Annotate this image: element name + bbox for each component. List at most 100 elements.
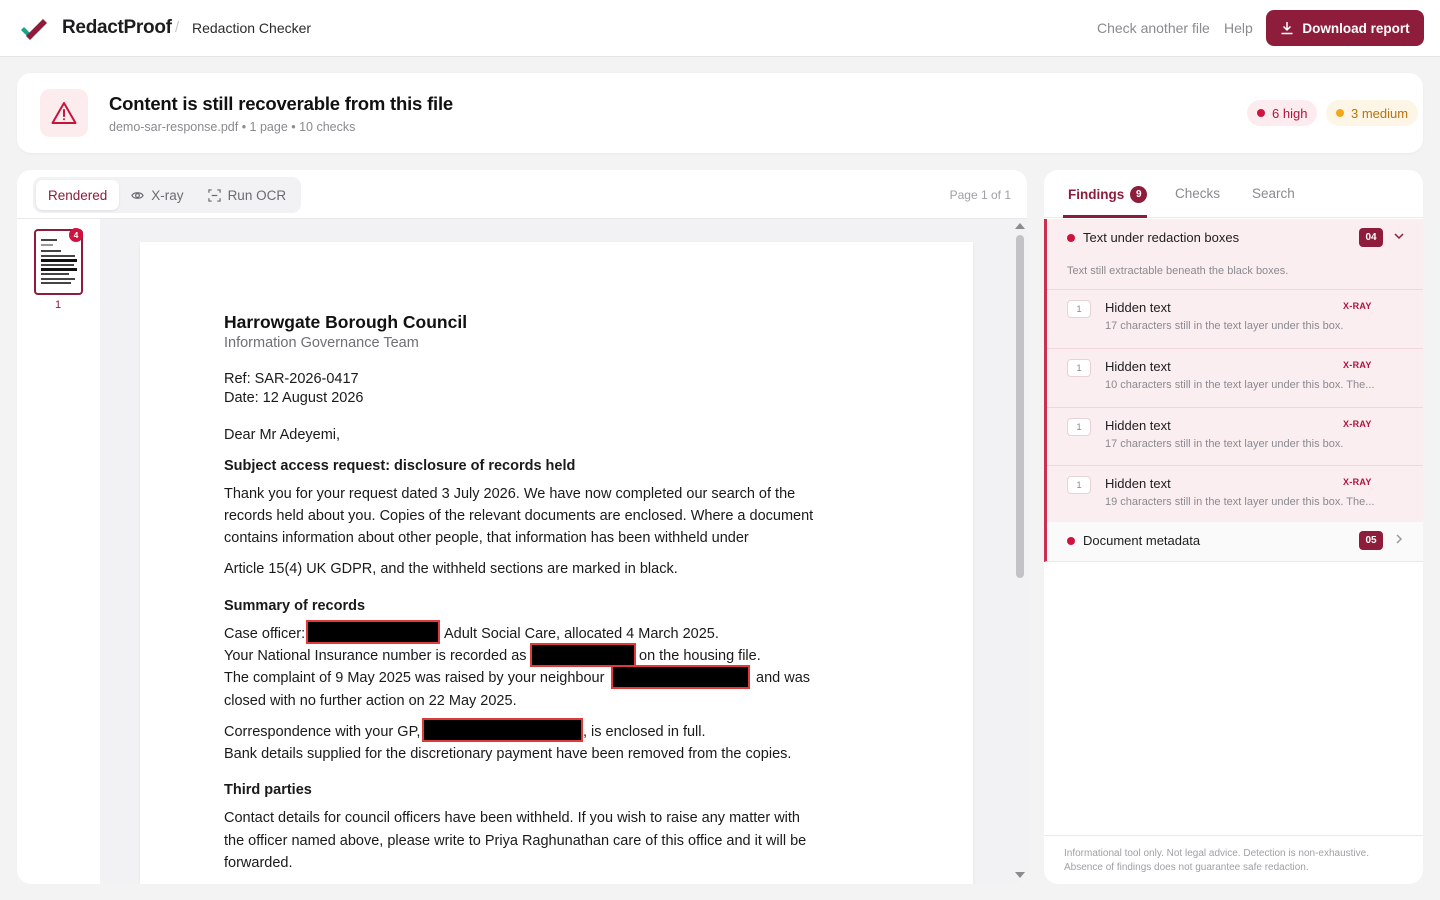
redaction-box[interactable] bbox=[611, 665, 750, 689]
breadcrumb-separator: / bbox=[175, 19, 180, 36]
finding-group-redaction: Text under redaction boxes 04 Text still… bbox=[1044, 219, 1423, 522]
findings-tabs: Findings 9 Checks Search bbox=[1044, 170, 1423, 218]
high-dot-icon bbox=[1257, 109, 1265, 117]
high-count-label: 6 high bbox=[1272, 105, 1308, 121]
finding-group-count: 04 bbox=[1359, 228, 1383, 247]
download-report-button[interactable]: Download report bbox=[1266, 10, 1424, 46]
finding-description: 17 characters still in the text layer un… bbox=[1105, 320, 1344, 332]
doc-greeting: Dear Mr Adeyemi, bbox=[224, 427, 341, 443]
tab-checks[interactable]: Checks bbox=[1175, 186, 1220, 201]
logo-icon bbox=[21, 19, 47, 40]
chevron-down-icon[interactable] bbox=[1392, 229, 1406, 243]
doc-subject: Subject access request: disclosure of re… bbox=[224, 458, 576, 474]
medium-severity-badge: 3 medium bbox=[1326, 100, 1419, 126]
doc-summary-line: Case officer: bbox=[224, 626, 306, 642]
severity-dot-icon bbox=[1067, 537, 1075, 545]
finding-group-header[interactable]: Text under redaction boxes 04 bbox=[1047, 219, 1423, 257]
download-icon bbox=[1281, 22, 1293, 35]
finding-page-number: 1 bbox=[1067, 359, 1091, 377]
run-ocr-label: Run OCR bbox=[227, 187, 287, 203]
help-link[interactable]: Help bbox=[1224, 20, 1253, 36]
tab-findings-label: Findings bbox=[1068, 187, 1125, 202]
finding-description: 10 characters still in the text layer un… bbox=[1105, 379, 1375, 391]
redaction-box[interactable] bbox=[306, 620, 440, 644]
finding-item[interactable]: 1 Hidden text X-RAY 17 characters still … bbox=[1047, 407, 1423, 465]
top-bar: RedactProof / Redaction Checker Check an… bbox=[0, 0, 1440, 57]
doc-summary-heading: Summary of records bbox=[224, 598, 366, 614]
finding-title: Hidden text bbox=[1105, 418, 1171, 433]
disclaimer: Informational tool only. Not legal advic… bbox=[1044, 835, 1423, 884]
high-severity-badge: 6 high bbox=[1247, 100, 1318, 126]
file-info: demo-sar-response.pdf • 1 page • 10 chec… bbox=[109, 120, 356, 134]
finding-item[interactable]: 1 Hidden text X-RAY 17 characters still … bbox=[1047, 289, 1423, 347]
breadcrumb-current: Redaction Checker bbox=[192, 20, 312, 36]
findings-count-badge: 9 bbox=[1130, 186, 1148, 203]
result-title: Content is still recoverable from this f… bbox=[109, 93, 454, 114]
doc-third-line: Contact details for council officers hav… bbox=[224, 810, 800, 826]
redaction-box[interactable] bbox=[422, 718, 583, 742]
viewer-canvas: 4 1 Harrowgate Borough Council Informati… bbox=[17, 218, 1027, 884]
finding-title: Hidden text bbox=[1105, 359, 1171, 374]
brand-name[interactable]: RedactProof bbox=[62, 17, 172, 39]
medium-dot-icon bbox=[1336, 109, 1344, 117]
finding-tag: X-RAY bbox=[1343, 419, 1372, 429]
finding-tag: X-RAY bbox=[1343, 301, 1372, 311]
tab-x-ray[interactable]: X-ray bbox=[119, 180, 195, 210]
doc-third-heading: Third parties bbox=[224, 782, 312, 798]
finding-item[interactable]: 1 Hidden text X-RAY 19 characters still … bbox=[1047, 465, 1423, 523]
check-another-file-link[interactable]: Check another file bbox=[1097, 20, 1210, 36]
page-indicator: Page 1 of 1 bbox=[949, 188, 1011, 202]
finding-group-description: Text still extractable beneath the black… bbox=[1067, 265, 1289, 277]
result-summary-card: Content is still recoverable from this f… bbox=[17, 73, 1423, 153]
doc-date: Date: 12 August 2026 bbox=[224, 390, 364, 406]
doc-summary-line: Bank details supplied for the discretion… bbox=[224, 746, 792, 762]
finding-tag: X-RAY bbox=[1343, 477, 1372, 487]
doc-summary-line: Correspondence with your GP, bbox=[224, 724, 421, 740]
finding-page-number: 1 bbox=[1067, 300, 1091, 318]
doc-summary-line: and was bbox=[756, 670, 811, 686]
doc-paragraph-line: contains information about other people,… bbox=[224, 530, 749, 546]
doc-summary-line: on the housing file. bbox=[639, 648, 761, 664]
finding-group-title: Text under redaction boxes bbox=[1083, 230, 1240, 245]
scroll-down-icon[interactable] bbox=[1015, 872, 1025, 878]
thumbnail-page-number: 1 bbox=[55, 299, 62, 311]
warning-triangle-icon bbox=[51, 102, 77, 124]
doc-third-line: the officer named above, please write to… bbox=[224, 833, 807, 849]
doc-organisation: Harrowgate Borough Council bbox=[224, 312, 468, 332]
redaction-box[interactable] bbox=[530, 643, 636, 667]
tab-search[interactable]: Search bbox=[1252, 186, 1295, 201]
tab-rendered-label: Rendered bbox=[48, 187, 108, 203]
document-viewer: Rendered X-ray Run OCR Page 1 of 1 4 1 H… bbox=[17, 170, 1027, 884]
finding-title: Hidden text bbox=[1105, 300, 1171, 315]
finding-group-metadata[interactable]: Document metadata 05 bbox=[1044, 522, 1423, 562]
tab-rendered[interactable]: Rendered bbox=[36, 180, 120, 210]
doc-paragraph-line: Article 15(4) UK GDPR, and the withheld … bbox=[224, 561, 678, 577]
finding-title: Hidden text bbox=[1105, 476, 1171, 491]
scan-icon bbox=[207, 188, 221, 202]
scroll-up-icon[interactable] bbox=[1015, 223, 1025, 229]
finding-page-number: 1 bbox=[1067, 418, 1091, 436]
tab-findings[interactable]: Findings 9 bbox=[1068, 186, 1148, 203]
viewer-scrollbar[interactable] bbox=[1014, 222, 1026, 884]
doc-third-line: forwarded. bbox=[224, 855, 293, 871]
alert-icon-box bbox=[40, 89, 88, 137]
active-tab-indicator bbox=[1063, 215, 1147, 218]
thumbnail-findings-badge: 4 bbox=[69, 228, 83, 242]
finding-group-count: 05 bbox=[1359, 531, 1383, 550]
view-mode-switch: Rendered X-ray Run OCR bbox=[33, 177, 302, 213]
finding-group-title: Document metadata bbox=[1083, 533, 1201, 548]
doc-paragraph-line: Thank you for your request dated 3 July … bbox=[224, 486, 796, 502]
thumbnail-strip: 4 1 bbox=[17, 219, 100, 884]
severity-dot-icon bbox=[1067, 234, 1075, 242]
scrollbar-thumb[interactable] bbox=[1016, 235, 1024, 578]
doc-ref: Ref: SAR-2026-0417 bbox=[224, 371, 359, 387]
page-thumbnail[interactable]: 4 bbox=[34, 228, 83, 295]
doc-paragraph-line: records held about you. Copies of the re… bbox=[224, 508, 814, 524]
pdf-page: Harrowgate Borough Council Information G… bbox=[140, 242, 973, 884]
run-ocr-button[interactable]: Run OCR bbox=[196, 180, 299, 210]
findings-panel: Findings 9 Checks Search Text under reda… bbox=[1044, 170, 1423, 884]
doc-summary-line: The complaint of 9 May 2025 was raised b… bbox=[224, 670, 605, 686]
doc-summary-line: , is enclosed in full. bbox=[583, 724, 706, 740]
finding-item[interactable]: 1 Hidden text X-RAY 10 characters still … bbox=[1047, 348, 1423, 406]
chevron-right-icon[interactable] bbox=[1392, 532, 1406, 546]
